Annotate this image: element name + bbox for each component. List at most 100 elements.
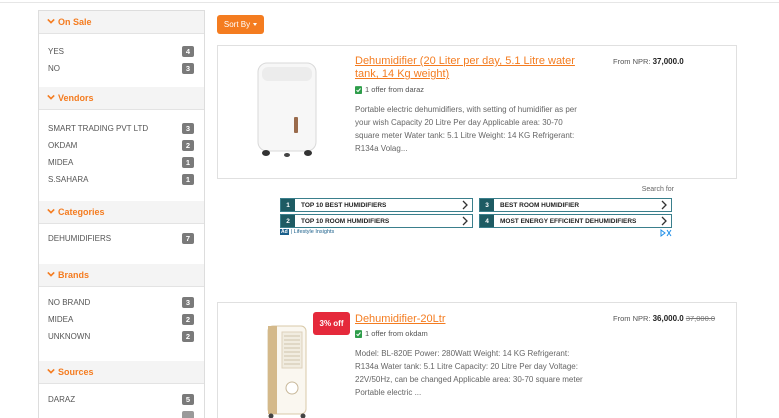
- ad-provider-text: | Lifestyle Insights: [290, 229, 335, 235]
- verified-check-icon: [355, 329, 362, 338]
- price-value: 36,000.0: [652, 314, 684, 323]
- chevron-right-icon: [661, 200, 667, 210]
- count-badge: 5: [182, 394, 194, 405]
- ad-link-number: 2: [281, 215, 295, 227]
- description-line: R134a Volag...: [355, 144, 408, 153]
- facet-item-label: MIDEA: [48, 315, 74, 324]
- count-badge: 4: [182, 46, 194, 57]
- ad-link-1[interactable]: 1 TOP 10 BEST HUMIDIFIERS: [280, 198, 473, 212]
- chevron-down-icon: [47, 94, 55, 100]
- top-divider: [0, 2, 779, 3]
- product-image-dehumidifier[interactable]: [252, 59, 322, 161]
- chevron-right-icon: [462, 200, 468, 210]
- count-badge: 1: [182, 157, 194, 168]
- facet-item-label: UNKNOWN: [48, 332, 91, 341]
- ad-badge: Ad: [280, 229, 289, 235]
- facet-item-midea[interactable]: MIDEA 2: [39, 311, 204, 328]
- count-badge: 2: [182, 140, 194, 151]
- facet-header-on-sale[interactable]: On Sale: [39, 11, 204, 34]
- old-price-value: 37,000.0: [685, 314, 716, 323]
- facet-item-no-brand[interactable]: NO BRAND 3: [39, 294, 204, 311]
- chevron-right-icon: [661, 216, 667, 226]
- product-title-line: Dehumidifier (20 Liter per day, 5.1 Litr…: [355, 55, 575, 67]
- offer-text: 1 offer from daraz: [365, 85, 425, 94]
- product-description: Portable electric dehumidifiers, with se…: [355, 103, 610, 155]
- facet-list: DEHUMIDIFIERS 7: [39, 224, 204, 264]
- price-value: 37,000.0: [652, 57, 684, 66]
- sort-by-button[interactable]: Sort By: [217, 15, 264, 34]
- facet-item-dehumidifiers[interactable]: DEHUMIDIFIERS 7: [39, 230, 204, 247]
- ad-link-4[interactable]: 4 MOST ENERGY EFFICIENT DEHUMIDIFIERS: [479, 214, 672, 228]
- product-image-dehumidifier[interactable]: [262, 324, 312, 418]
- facet-title: Sources: [58, 367, 94, 377]
- facet-title: Brands: [58, 270, 90, 280]
- facet-header-sources[interactable]: Sources: [39, 361, 204, 384]
- filter-sidebar: On Sale YES 4 NO 3 Vendors SMART TRADING…: [38, 10, 205, 418]
- description-line: Model: BL-820E Power: 280Watt Weight: 14…: [355, 349, 570, 358]
- chevron-down-icon: [47, 208, 55, 214]
- ad-link-number: 3: [480, 199, 494, 211]
- facet-item-smart-trading[interactable]: SMART TRADING PVT LTD 3: [39, 120, 204, 137]
- ad-link-text: BEST ROOM HUMIDIFIER: [500, 201, 580, 209]
- description-line: square meter Water tank: 5.1 Litre Weigh…: [355, 131, 575, 140]
- product-title-line: tank, 14 Kg weight): [355, 68, 450, 80]
- ad-link-text: TOP 10 ROOM HUMIDIFIERS: [301, 217, 390, 225]
- description-line: R134a Water tank: 5.1 Litre Capacity: 20…: [355, 362, 578, 371]
- facet-item-label: DEHUMIDIFIERS: [48, 234, 112, 243]
- product-title-link[interactable]: Dehumidifier (20 Liter per day, 5.1 Litr…: [355, 55, 575, 81]
- count-badge: 3: [182, 63, 194, 74]
- count-badge: 2: [182, 331, 194, 342]
- facet-item-unknown[interactable]: UNKNOWN 2: [39, 328, 204, 345]
- facet-header-brands[interactable]: Brands: [39, 264, 204, 287]
- price-prefix: From NPR:: [613, 314, 653, 323]
- facet-item-yes[interactable]: YES 4: [39, 43, 204, 60]
- offer-link[interactable]: 1 offer from daraz: [355, 85, 424, 94]
- ad-choices-icon[interactable]: [660, 229, 672, 237]
- facet-item-more[interactable]: [39, 408, 204, 418]
- facet-list: YES 4 NO 3: [39, 34, 204, 87]
- sponsored-search-block: Search for 1 TOP 10 BEST HUMIDIFIERS 3 B…: [280, 186, 674, 238]
- facet-item-no[interactable]: NO 3: [39, 60, 204, 77]
- chevron-down-icon: [47, 271, 55, 277]
- facet-item-daraz[interactable]: DARAZ 5: [39, 391, 204, 408]
- price-block: From NPR: 36,000.0 37,000.0: [613, 314, 715, 323]
- ad-link-3[interactable]: 3 BEST ROOM HUMIDIFIER: [479, 198, 672, 212]
- ad-search-for-label: Search for: [641, 186, 674, 193]
- facet-item-label: YES: [48, 47, 65, 56]
- product-description: Model: BL-820E Power: 280Watt Weight: 14…: [355, 347, 610, 399]
- product-card: 3% off Dehumidifier-20Ltr 1 offer from o…: [217, 302, 737, 418]
- count-badge: 1: [182, 174, 194, 185]
- discount-badge: 3% off: [313, 312, 350, 335]
- offer-text: 1 offer from okdam: [365, 329, 428, 338]
- facet-title: On Sale: [58, 17, 92, 27]
- product-title-line: Dehumidifier-20Ltr: [355, 313, 446, 325]
- chevron-down-icon: [47, 368, 55, 374]
- ad-provider-label[interactable]: Ad | Lifestyle Insights: [280, 229, 334, 235]
- facet-item-label: DARAZ: [48, 395, 76, 404]
- facet-item-s-sahara[interactable]: S.SAHARA 1: [39, 171, 204, 188]
- facet-item-midea[interactable]: MIDEA 1: [39, 154, 204, 171]
- facet-header-vendors[interactable]: Vendors: [39, 87, 204, 110]
- ad-link-number: 4: [480, 215, 494, 227]
- ad-link-text: MOST ENERGY EFFICIENT DEHUMIDIFIERS: [500, 217, 637, 225]
- sort-by-label: Sort By: [223, 20, 251, 29]
- facet-item-label: OKDAM: [48, 141, 78, 150]
- caret-down-icon: [253, 23, 258, 26]
- price-block: From NPR: 37,000.0: [613, 57, 684, 66]
- chevron-right-icon: [462, 216, 468, 226]
- description-line: Portable electric ...: [355, 388, 422, 397]
- price-prefix: From NPR:: [613, 57, 653, 66]
- count-badge: 7: [182, 233, 194, 244]
- ad-link-text: TOP 10 BEST HUMIDIFIERS: [301, 201, 387, 209]
- product-title-link[interactable]: Dehumidifier-20Ltr: [355, 313, 445, 326]
- facet-item-label: NO BRAND: [48, 298, 91, 307]
- offer-link[interactable]: 1 offer from okdam: [355, 329, 428, 338]
- count-badge: [182, 411, 194, 418]
- ad-link-2[interactable]: 2 TOP 10 ROOM HUMIDIFIERS: [280, 214, 473, 228]
- facet-header-categories[interactable]: Categories: [39, 201, 204, 224]
- chevron-down-icon: [47, 18, 55, 24]
- count-badge: 3: [182, 297, 194, 308]
- facet-list: SMART TRADING PVT LTD 3 OKDAM 2 MIDEA 1 …: [39, 110, 204, 201]
- facet-item-okdam[interactable]: OKDAM 2: [39, 137, 204, 154]
- description-line: Portable electric dehumidifiers, with se…: [355, 105, 577, 114]
